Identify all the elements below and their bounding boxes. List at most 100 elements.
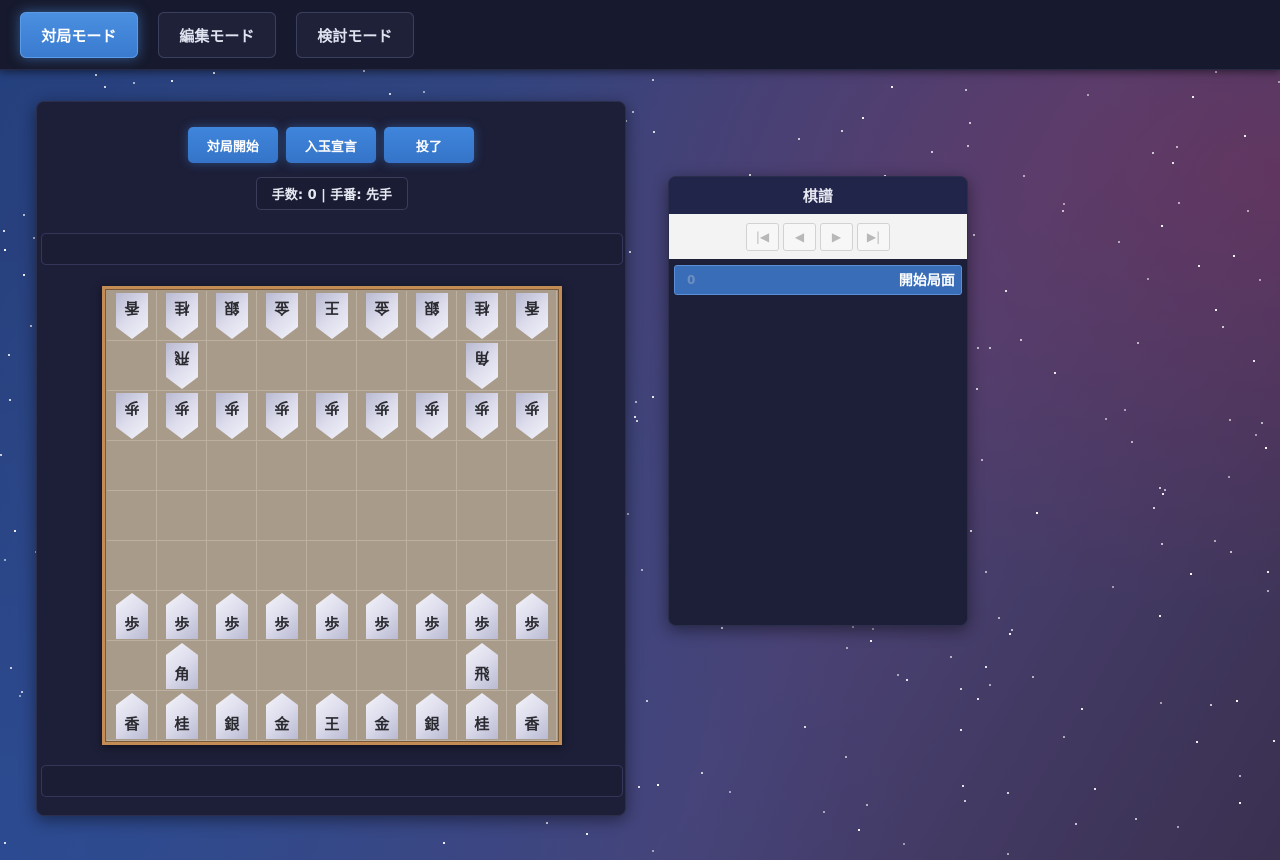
- board-square[interactable]: [307, 491, 357, 541]
- board-square[interactable]: 香: [507, 691, 557, 741]
- board-square[interactable]: [207, 641, 257, 691]
- board-square[interactable]: [107, 641, 157, 691]
- sente-piece[interactable]: 金: [366, 693, 398, 739]
- gote-piece[interactable]: 歩: [516, 393, 548, 439]
- edit-mode-button[interactable]: 編集モード: [158, 12, 276, 58]
- board-square[interactable]: 歩: [407, 591, 457, 641]
- gote-piece[interactable]: 歩: [466, 393, 498, 439]
- board-square[interactable]: [507, 491, 557, 541]
- gote-piece[interactable]: 歩: [166, 393, 198, 439]
- board-square[interactable]: [357, 641, 407, 691]
- gote-hand-area[interactable]: [41, 233, 623, 265]
- start-game-button[interactable]: 対局開始: [188, 127, 278, 163]
- sente-piece[interactable]: 角: [166, 643, 198, 689]
- board-square[interactable]: 王: [307, 691, 357, 741]
- gote-piece[interactable]: 銀: [216, 293, 248, 339]
- resign-button[interactable]: 投了: [384, 127, 474, 163]
- board-square[interactable]: [157, 541, 207, 591]
- sente-piece[interactable]: 桂: [166, 693, 198, 739]
- board-square[interactable]: 歩: [257, 591, 307, 641]
- board-square[interactable]: 歩: [207, 391, 257, 441]
- next-move-button[interactable]: ▶: [820, 222, 853, 251]
- board-square[interactable]: [407, 641, 457, 691]
- board-square[interactable]: 歩: [157, 591, 207, 641]
- sente-piece[interactable]: 飛: [466, 643, 498, 689]
- board-square[interactable]: 歩: [257, 391, 307, 441]
- board-square[interactable]: [207, 441, 257, 491]
- board-square[interactable]: 飛: [457, 641, 507, 691]
- board-square[interactable]: [107, 441, 157, 491]
- board-square[interactable]: 歩: [507, 591, 557, 641]
- board-square[interactable]: [357, 491, 407, 541]
- board-square[interactable]: 桂: [157, 291, 207, 341]
- sente-piece[interactable]: 銀: [416, 693, 448, 739]
- board-square[interactable]: [357, 341, 407, 391]
- board-square[interactable]: 王: [307, 291, 357, 341]
- sente-piece[interactable]: 歩: [166, 593, 198, 639]
- sente-piece[interactable]: 桂: [466, 693, 498, 739]
- gote-piece[interactable]: 歩: [416, 393, 448, 439]
- board-square[interactable]: [507, 641, 557, 691]
- board-square[interactable]: [257, 441, 307, 491]
- board-square[interactable]: 銀: [207, 291, 257, 341]
- board-square[interactable]: 歩: [307, 391, 357, 441]
- board-square[interactable]: [257, 341, 307, 391]
- gote-piece[interactable]: 香: [116, 293, 148, 339]
- board-square[interactable]: [307, 341, 357, 391]
- board-square[interactable]: [307, 441, 357, 491]
- prev-move-button[interactable]: ◀: [783, 222, 816, 251]
- board-square[interactable]: [407, 541, 457, 591]
- board-square[interactable]: 角: [457, 341, 507, 391]
- board-square[interactable]: 歩: [407, 391, 457, 441]
- board-square[interactable]: [407, 341, 457, 391]
- sente-piece[interactable]: 歩: [366, 593, 398, 639]
- gote-piece[interactable]: 金: [266, 293, 298, 339]
- gote-piece[interactable]: 角: [466, 343, 498, 389]
- board-square[interactable]: 銀: [207, 691, 257, 741]
- board-square[interactable]: [457, 441, 507, 491]
- board-square[interactable]: 歩: [107, 391, 157, 441]
- sente-piece[interactable]: 香: [516, 693, 548, 739]
- board-square[interactable]: [207, 491, 257, 541]
- board-square[interactable]: 飛: [157, 341, 207, 391]
- sente-piece[interactable]: 王: [316, 693, 348, 739]
- board-square[interactable]: [407, 491, 457, 541]
- board-square[interactable]: [257, 641, 307, 691]
- board-square[interactable]: [157, 441, 207, 491]
- sente-piece[interactable]: 香: [116, 693, 148, 739]
- sente-hand-area[interactable]: [41, 765, 623, 797]
- board-square[interactable]: [457, 491, 507, 541]
- board-square[interactable]: 桂: [457, 291, 507, 341]
- gote-piece[interactable]: 歩: [366, 393, 398, 439]
- study-mode-button[interactable]: 検討モード: [296, 12, 414, 58]
- gote-piece[interactable]: 香: [516, 293, 548, 339]
- board-square[interactable]: 歩: [357, 591, 407, 641]
- board-square[interactable]: 金: [257, 691, 307, 741]
- board-square[interactable]: [207, 341, 257, 391]
- board-square[interactable]: [157, 491, 207, 541]
- sente-piece[interactable]: 歩: [216, 593, 248, 639]
- board-square[interactable]: [357, 441, 407, 491]
- sente-piece[interactable]: 歩: [466, 593, 498, 639]
- first-move-button[interactable]: |◀: [746, 222, 779, 251]
- board-square[interactable]: 歩: [307, 591, 357, 641]
- board-square[interactable]: 角: [157, 641, 207, 691]
- gote-piece[interactable]: 歩: [116, 393, 148, 439]
- board-square[interactable]: 歩: [357, 391, 407, 441]
- sente-piece[interactable]: 歩: [316, 593, 348, 639]
- board-square[interactable]: [107, 541, 157, 591]
- sente-piece[interactable]: 歩: [416, 593, 448, 639]
- board-square[interactable]: 金: [257, 291, 307, 341]
- board-square[interactable]: [107, 491, 157, 541]
- sente-piece[interactable]: 歩: [266, 593, 298, 639]
- board-square[interactable]: 銀: [407, 691, 457, 741]
- board-square[interactable]: 歩: [107, 591, 157, 641]
- board-square[interactable]: 香: [107, 691, 157, 741]
- board-square[interactable]: 歩: [457, 591, 507, 641]
- board-square[interactable]: [207, 541, 257, 591]
- board-square[interactable]: 金: [357, 291, 407, 341]
- board-square[interactable]: 金: [357, 691, 407, 741]
- last-move-button[interactable]: ▶|: [857, 222, 890, 251]
- gote-piece[interactable]: 王: [316, 293, 348, 339]
- board-square[interactable]: [307, 641, 357, 691]
